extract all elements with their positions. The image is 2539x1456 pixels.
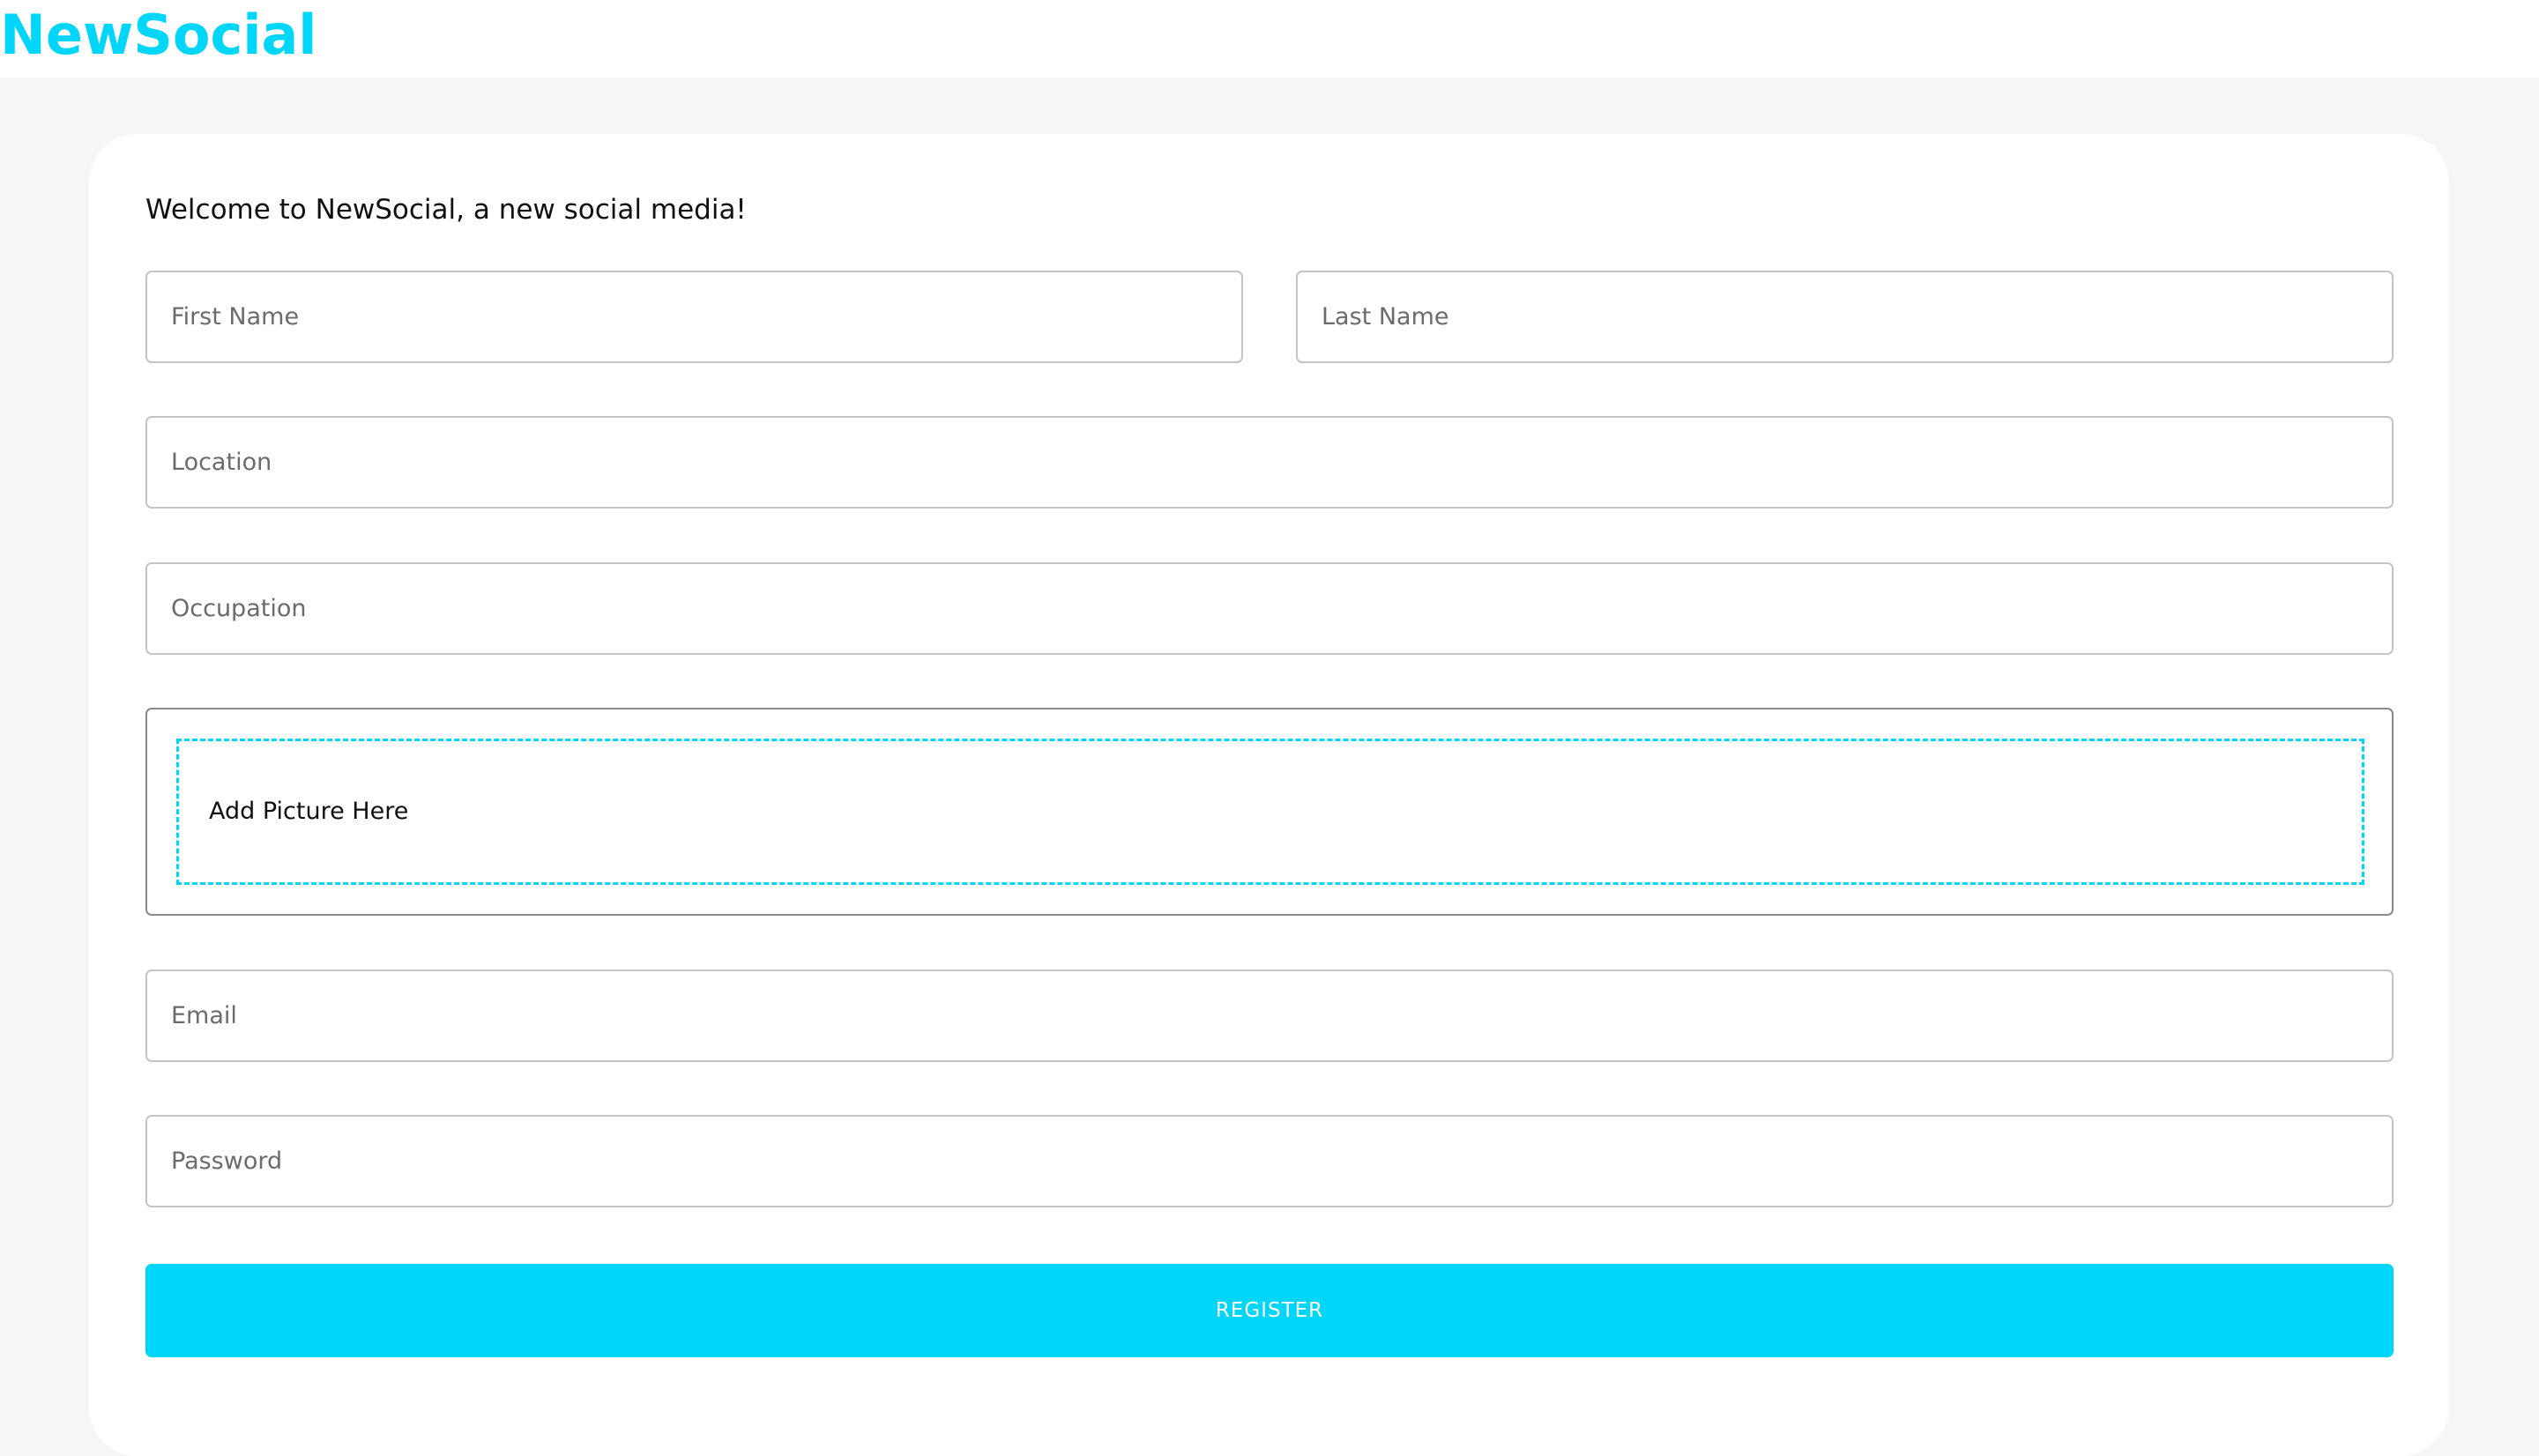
occupation-input[interactable] xyxy=(147,564,2392,653)
last-name-input[interactable] xyxy=(1298,272,2392,361)
welcome-heading: Welcome to NewSocial, a new social media… xyxy=(145,194,747,226)
picture-dropzone-label: Add Picture Here xyxy=(209,798,409,825)
email-field[interactable] xyxy=(145,969,2394,1062)
location-field[interactable] xyxy=(145,416,2394,509)
brand-logo[interactable]: NewSocial xyxy=(0,0,317,71)
password-field[interactable] xyxy=(145,1115,2394,1207)
location-input[interactable] xyxy=(147,418,2392,507)
picture-upload-box: Add Picture Here xyxy=(145,708,2394,916)
last-name-field[interactable] xyxy=(1296,271,2394,363)
email-input[interactable] xyxy=(147,971,2392,1060)
occupation-field[interactable] xyxy=(145,562,2394,655)
first-name-input[interactable] xyxy=(147,272,1241,361)
first-name-field[interactable] xyxy=(145,271,1243,363)
top-navbar: NewSocial xyxy=(0,0,2539,78)
picture-dropzone[interactable]: Add Picture Here xyxy=(176,739,2364,885)
register-button[interactable]: REGISTER xyxy=(145,1264,2394,1357)
password-input[interactable] xyxy=(147,1117,2392,1206)
